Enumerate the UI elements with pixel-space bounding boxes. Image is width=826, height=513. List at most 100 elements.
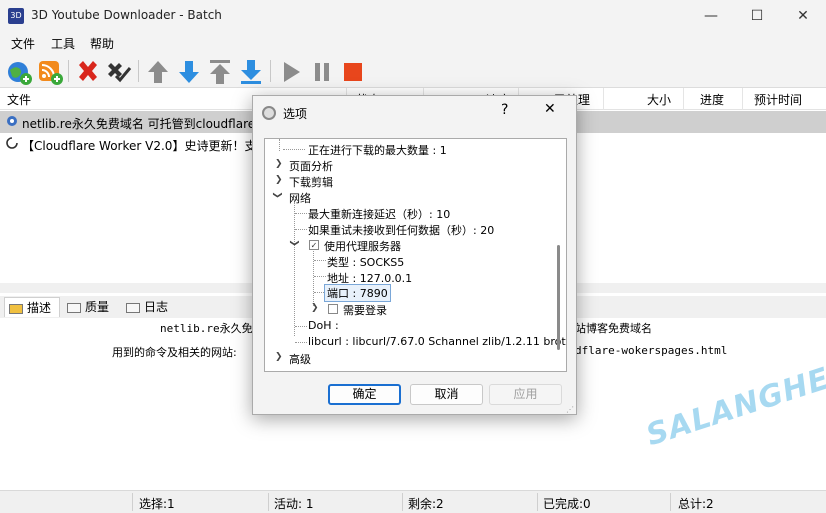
column-file[interactable]: 文件 (7, 91, 31, 108)
description-text: 站博客免费域名 (575, 322, 652, 335)
chevron-right-icon[interactable]: ❯ (275, 175, 283, 185)
title-bar: 3D 3D Youtube Downloader - Batch — ☐ ✕ (0, 0, 826, 32)
status-divider (132, 493, 133, 511)
description-text: netlib.re永久免 (160, 322, 253, 335)
tree-line (295, 326, 307, 327)
tree-item-proxy-port[interactable]: 端口 : 7890 (324, 284, 391, 302)
description-text: 用到的命令及相关的网站: (112, 346, 237, 359)
app-icon: 3D (8, 8, 24, 24)
log-icon (126, 302, 140, 313)
description-link[interactable]: dflare-wokerspages.html (575, 344, 727, 357)
dialog-close-button[interactable]: ✕ (544, 101, 556, 117)
options-tree[interactable]: 正在进行下载的最大数量 : 1 ❯ 页面分析 ❯ 下载剪辑 ❯ 网络 最大重新连… (264, 138, 567, 372)
tree-item-use-proxy[interactable]: 使用代理服务器 (324, 238, 401, 254)
tree-item-need-login[interactable]: 需要登录 (343, 302, 387, 318)
column-divider[interactable] (742, 88, 743, 110)
scrollbar-thumb[interactable] (557, 245, 560, 350)
status-divider (268, 493, 269, 511)
tab-label: 质量 (85, 300, 110, 314)
window-title: 3D Youtube Downloader - Batch (31, 8, 222, 22)
toolbar-separator (68, 60, 69, 82)
status-completed: 已完成:0 (543, 497, 591, 511)
tree-line (294, 202, 295, 336)
move-up-icon[interactable] (145, 59, 171, 85)
chevron-down-icon[interactable]: ❯ (289, 239, 299, 247)
tree-line (314, 260, 326, 261)
menu-tools[interactable]: 工具 (51, 35, 75, 52)
cancel-button[interactable]: 取消 (410, 384, 483, 405)
tree-item-retry-no-data[interactable]: 如果重试未接收到任何数据（秒）: 20 (308, 222, 494, 238)
stop-icon[interactable] (340, 59, 366, 85)
add-url-icon[interactable] (6, 59, 32, 85)
column-divider[interactable] (683, 88, 684, 110)
loading-icon (6, 137, 18, 149)
chevron-right-icon[interactable]: ❯ (275, 159, 283, 169)
add-rss-icon[interactable] (37, 59, 63, 85)
status-bar: 选择:1 活动: 1 剩余:2 已完成:0 总计:2 (0, 490, 826, 513)
ok-button[interactable]: 确定 (328, 384, 401, 405)
tab-quality[interactable]: 质量 (67, 297, 109, 317)
tree-line (295, 229, 307, 230)
tree-item-page-analysis[interactable]: 页面分析 (289, 158, 333, 174)
tree-line (295, 342, 307, 343)
status-divider (670, 493, 671, 511)
move-down-icon[interactable] (176, 59, 202, 85)
tree-item-network[interactable]: 网络 (289, 190, 311, 206)
close-button[interactable]: ✕ (780, 0, 826, 32)
chevron-down-icon[interactable]: ❯ (272, 191, 282, 199)
tree-item-download-cut[interactable]: 下载剪辑 (289, 174, 333, 190)
menu-bar: 文件 工具 帮助 (0, 32, 826, 54)
move-top-icon[interactable] (207, 59, 233, 85)
resize-grip-icon[interactable]: ⋰ (566, 405, 574, 414)
list-item-title: 【Cloudflare Worker V2.0】史诗更新！支 (22, 139, 257, 153)
gear-icon (262, 106, 276, 120)
tree-line (314, 292, 324, 293)
tab-description[interactable]: 描述 (4, 297, 60, 317)
tree-line (295, 213, 307, 214)
tree-line (314, 276, 326, 277)
tree-item-proxy-type[interactable]: 类型 : SOCKS5 (327, 254, 404, 270)
status-divider (402, 493, 403, 511)
tree-scrollbar[interactable] (557, 143, 561, 369)
chevron-right-icon[interactable]: ❯ (275, 352, 283, 362)
tree-line (279, 139, 280, 151)
dialog-title: 选项 (283, 107, 308, 121)
tab-log[interactable]: 日志 (126, 297, 168, 317)
tab-label: 日志 (144, 300, 169, 314)
tree-item-max-downloads[interactable]: 正在进行下载的最大数量 : 1 (308, 142, 447, 158)
use-proxy-checkbox[interactable]: ✓ (309, 240, 319, 250)
tree-item-max-reconnect[interactable]: 最大重新连接延迟（秒）: 10 (308, 206, 450, 222)
toolbar (0, 54, 826, 88)
description-icon (9, 303, 23, 314)
column-size[interactable]: 大小 (647, 91, 671, 108)
minimize-button[interactable]: — (688, 0, 734, 32)
chevron-right-icon[interactable]: ❯ (311, 303, 319, 313)
apply-button[interactable]: 应用 (489, 384, 562, 405)
options-dialog: 选项 ? ✕ 正在进行下载的最大数量 : 1 ❯ 页面分析 ❯ 下载剪辑 ❯ 网… (252, 95, 577, 415)
help-button[interactable]: ? (501, 102, 508, 118)
column-eta[interactable]: 预计时间 (754, 91, 802, 108)
maximize-button[interactable]: ☐ (734, 0, 780, 32)
quality-icon (67, 302, 81, 313)
tree-item-advanced[interactable]: 高级 (289, 351, 311, 367)
status-total: 总计:2 (678, 497, 714, 511)
menu-help[interactable]: 帮助 (90, 35, 114, 52)
list-item-title: netlib.re永久免费域名 可托管到cloudflare (22, 117, 256, 131)
remove-icon[interactable] (75, 59, 101, 85)
tab-label: 描述 (27, 301, 52, 315)
pause-icon[interactable] (309, 59, 335, 85)
column-progress[interactable]: 进度 (700, 91, 724, 108)
move-bottom-icon[interactable] (238, 59, 264, 85)
toolbar-separator (138, 60, 139, 82)
clear-icon[interactable] (106, 59, 132, 85)
tree-line (283, 149, 305, 150)
need-login-checkbox[interactable] (328, 304, 338, 314)
status-remaining: 剩余:2 (408, 497, 444, 511)
column-divider[interactable] (603, 88, 604, 110)
tree-item-doh[interactable]: DoH : (308, 319, 339, 332)
tree-item-libcurl[interactable]: libcurl : libcurl/7.67.0 Schannel zlib/1… (308, 335, 566, 348)
status-selected: 选择:1 (139, 497, 175, 511)
menu-file[interactable]: 文件 (11, 35, 35, 52)
start-icon[interactable] (278, 59, 304, 85)
toolbar-separator (270, 60, 271, 82)
